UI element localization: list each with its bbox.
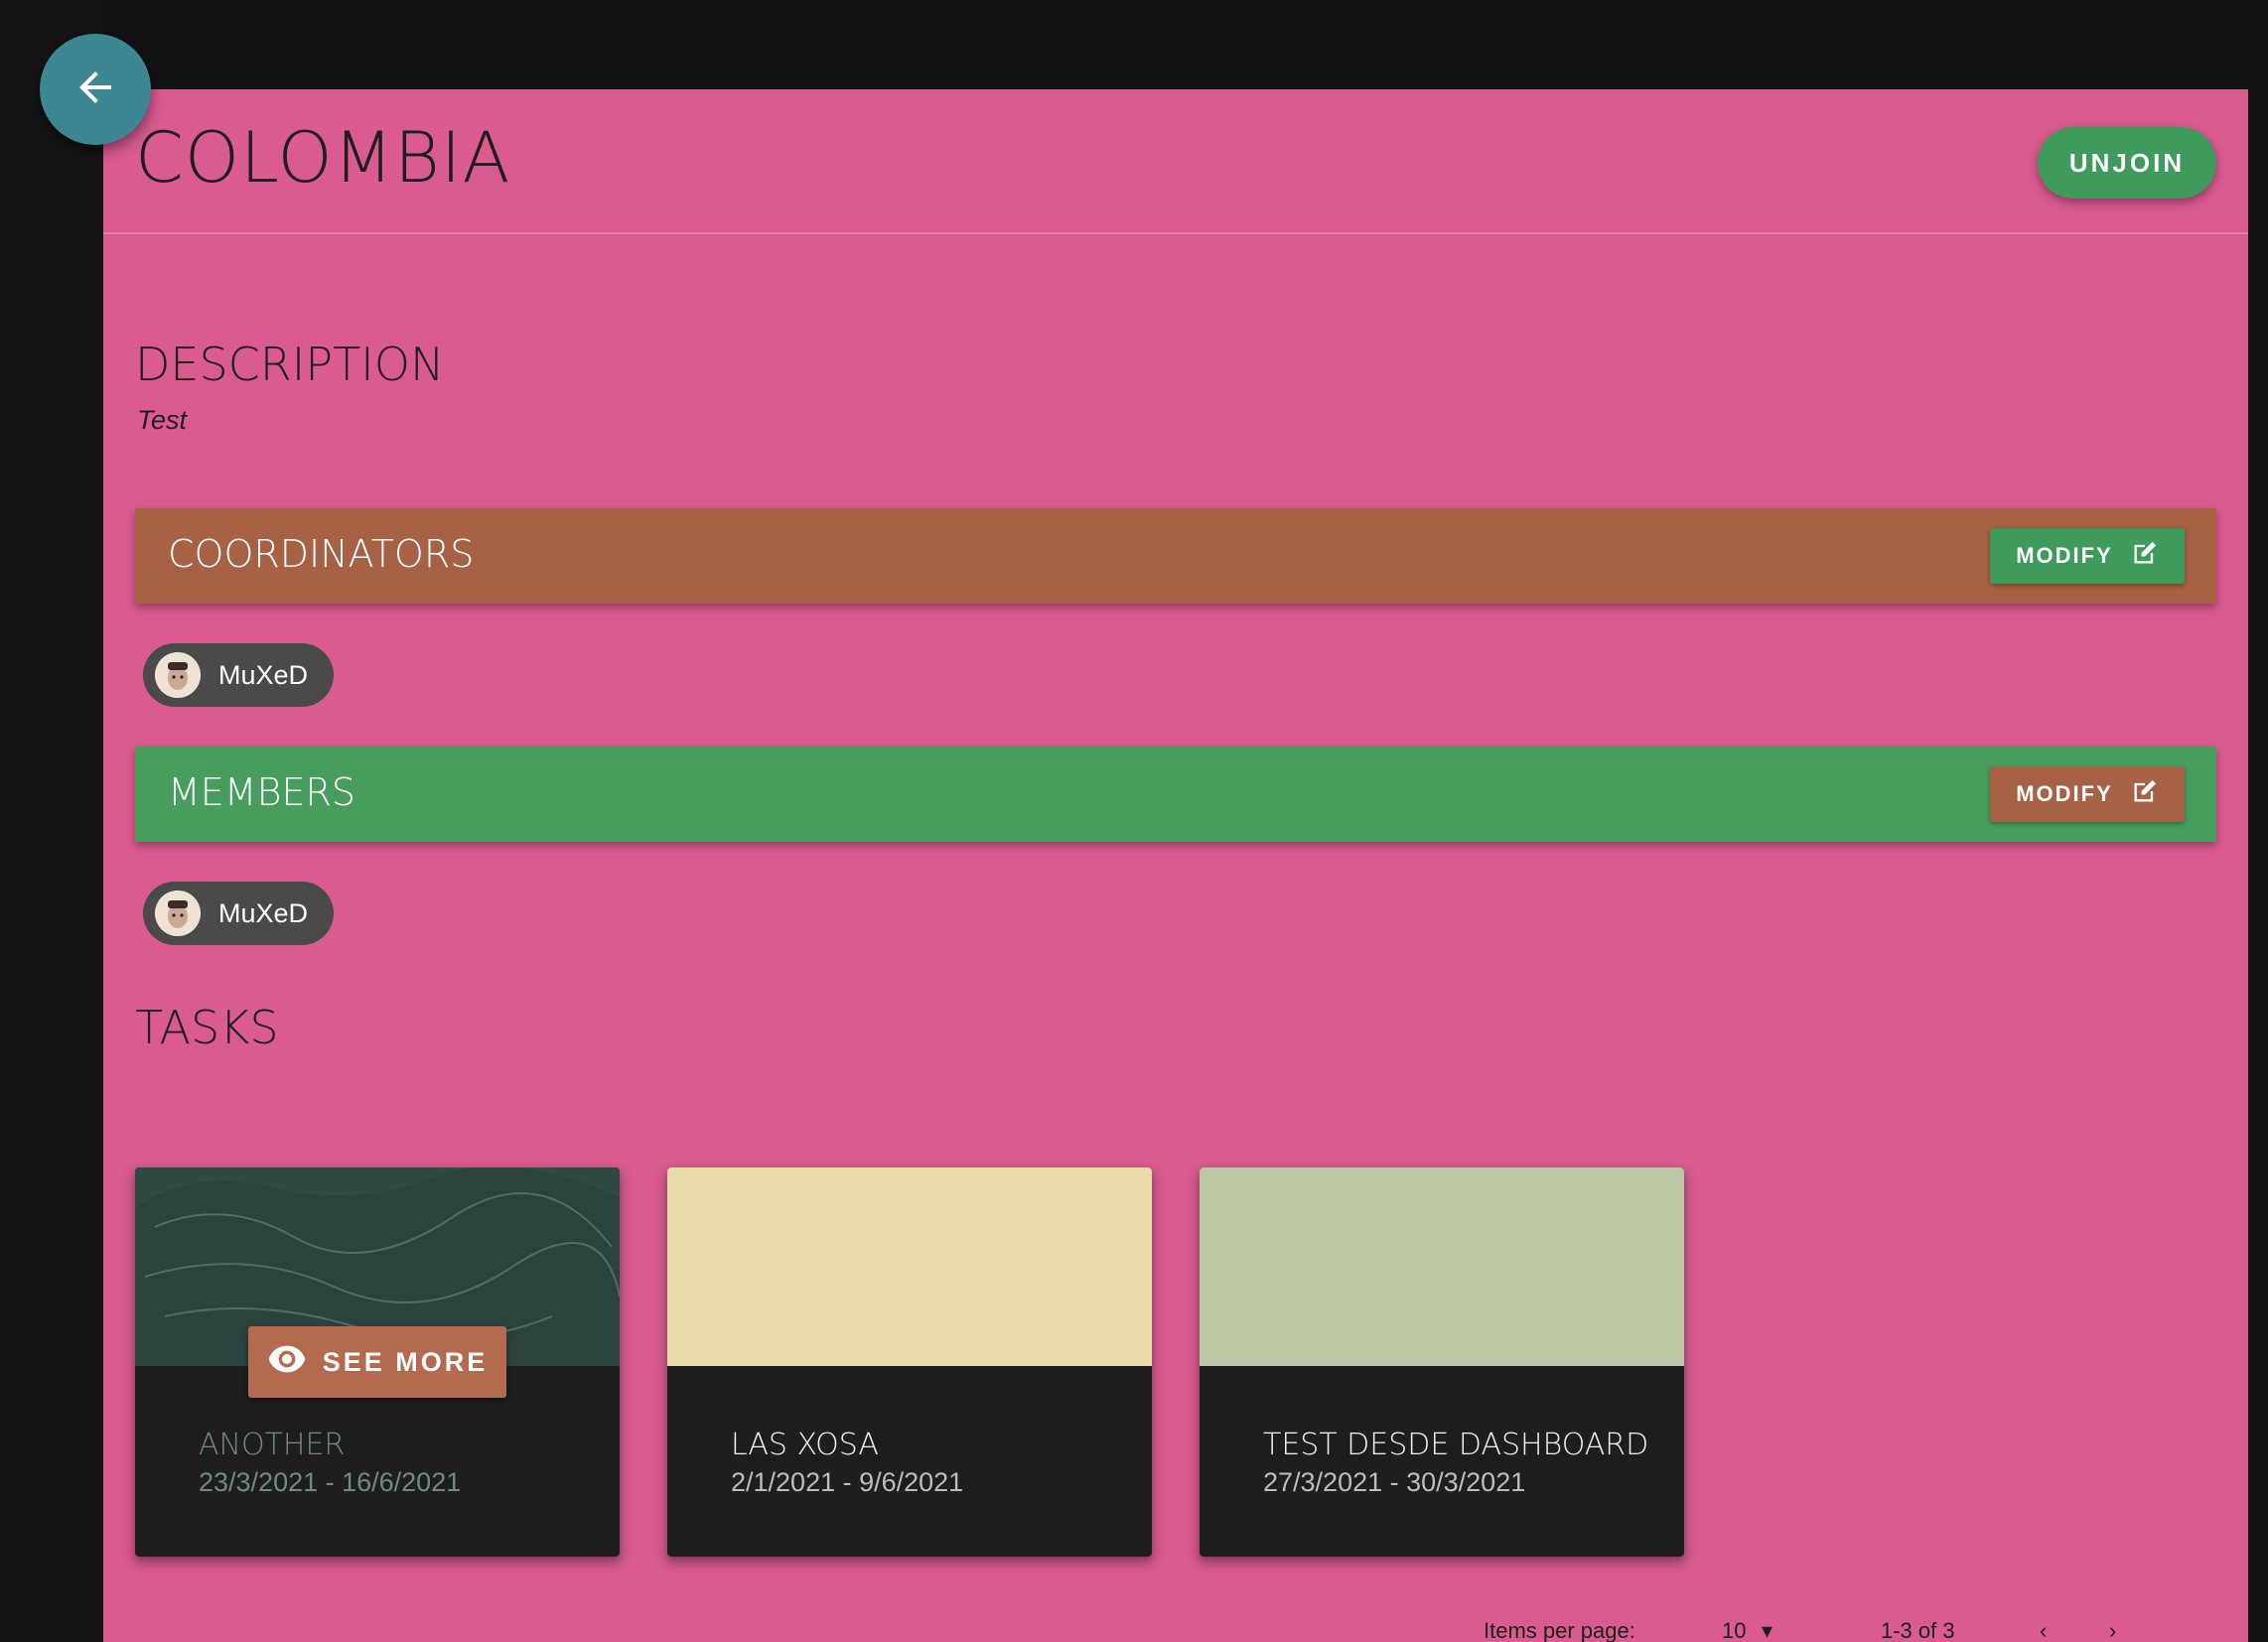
pagination: Items per page: 10 ▾ 1-3 of 3 ‹ › (1484, 1618, 2238, 1642)
unjoin-button[interactable]: UNJOIN (2038, 127, 2216, 199)
chevron-left-icon[interactable]: ‹ (2040, 1618, 2047, 1642)
description-heading: DESCRIPTION (135, 338, 445, 391)
see-more-button[interactable]: SEE MORE (248, 1326, 506, 1398)
group-panel: COLOMBIA UNJOIN DESCRIPTION Test COORDIN… (103, 89, 2248, 1642)
task-cover (1200, 1167, 1684, 1366)
task-title: LAS XOSA (731, 1428, 879, 1462)
task-card[interactable]: LAS XOSA 2/1/2021 - 9/6/2021 (667, 1167, 1152, 1557)
coordinators-bar: COORDINATORS MODIFY (135, 508, 2216, 604)
coordinators-heading: COORDINATORS (168, 532, 475, 576)
chevron-right-icon[interactable]: › (2109, 1618, 2116, 1642)
members-bar: MEMBERS MODIFY (135, 747, 2216, 842)
page-range: 1-3 of 3 (1881, 1618, 1955, 1642)
back-button[interactable] (40, 34, 151, 145)
task-card[interactable]: TEST DESDE DASHBOARD 27/3/2021 - 30/3/20… (1200, 1167, 1684, 1557)
items-per-page-label: Items per page: (1484, 1618, 1635, 1642)
page-title: COLOMBIA (135, 117, 511, 199)
task-dates: 23/3/2021 - 16/6/2021 (199, 1467, 462, 1497)
task-dates: 2/1/2021 - 9/6/2021 (731, 1467, 964, 1497)
task-cover (667, 1167, 1152, 1366)
header-divider (103, 232, 2248, 234)
description-text: Test (137, 405, 188, 435)
edit-icon (2131, 539, 2159, 573)
modify-label: MODIFY (2016, 781, 2113, 806)
chip-label: MuXeD (218, 897, 309, 928)
modify-label: MODIFY (2016, 543, 2113, 568)
member-chip[interactable]: MuXeD (143, 882, 334, 945)
avatar (155, 652, 201, 698)
members-heading: MEMBERS (168, 770, 355, 814)
coordinator-chip[interactable]: MuXeD (143, 643, 334, 707)
app-background (0, 0, 103, 1642)
eye-icon (267, 1344, 307, 1381)
task-card[interactable]: SEE MORE ANOTHER 23/3/2021 - 16/6/2021 (135, 1167, 620, 1557)
task-title: TEST DESDE DASHBOARD (1263, 1428, 1649, 1462)
task-dates: 27/3/2021 - 30/3/2021 (1263, 1467, 1526, 1497)
task-title: ANOTHER (199, 1428, 346, 1462)
see-more-label: SEE MORE (322, 1346, 489, 1377)
modify-coordinators-button[interactable]: MODIFY (1990, 528, 2185, 584)
arrow-left-icon (71, 64, 119, 116)
modify-members-button[interactable]: MODIFY (1990, 766, 2185, 822)
chip-label: MuXeD (218, 659, 309, 690)
tasks-heading: TASKS (135, 1001, 279, 1054)
items-per-page-select[interactable]: 10 (1722, 1618, 1746, 1642)
avatar (155, 890, 201, 936)
chevron-down-icon[interactable]: ▾ (1762, 1618, 1772, 1642)
edit-icon (2131, 777, 2159, 811)
